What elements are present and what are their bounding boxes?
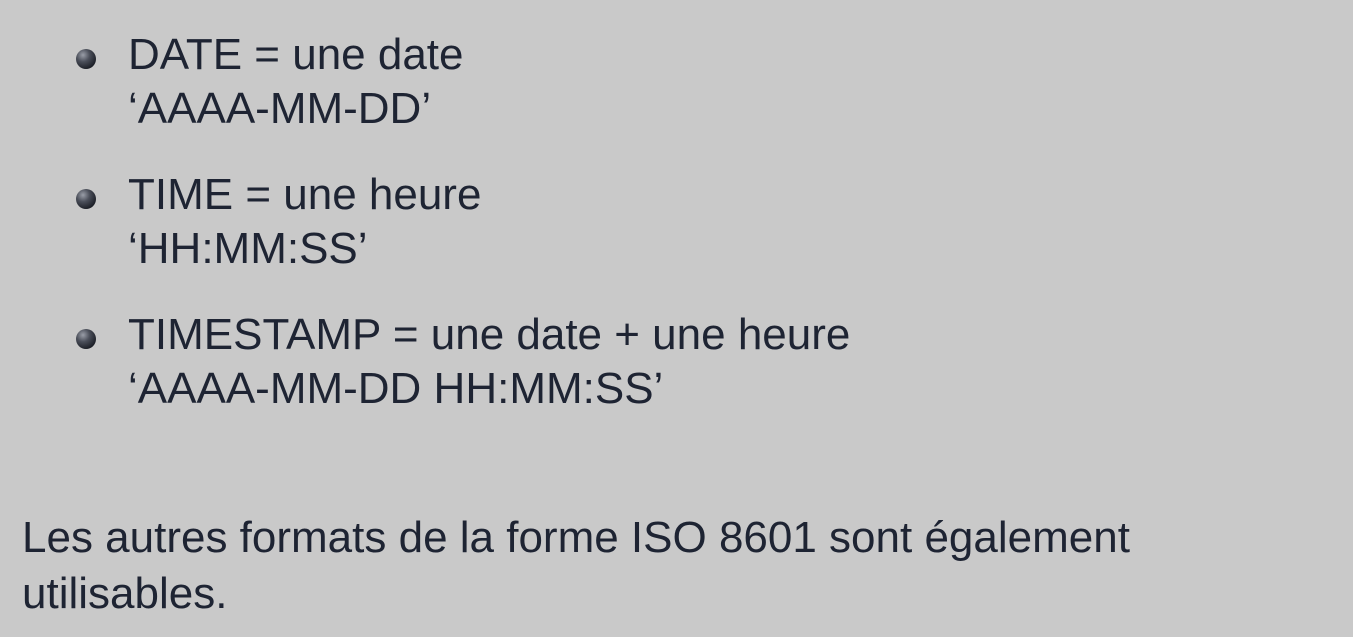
bullet-format: ‘AAAA-MM-DD’ [128,84,432,133]
bullet-format: ‘HH:MM:SS’ [128,224,368,273]
bullet-title: TIME = une heure [128,170,482,219]
bullet-item-date: DATE = une date ‘AAAA-MM-DD’ [76,28,850,136]
bullet-list: DATE = une date ‘AAAA-MM-DD’ TIME = une … [76,28,850,448]
bullet-format: ‘AAAA-MM-DD HH:MM:SS’ [128,364,664,413]
bullet-icon [76,189,96,209]
bullet-title: TIMESTAMP = une date + une heure [128,310,851,359]
note-paragraph: Les autres formats de la forme ISO 8601 … [22,513,1130,618]
bullet-item-time: TIME = une heure ‘HH:MM:SS’ [76,168,850,276]
bullet-icon [76,329,96,349]
bullet-item-timestamp: TIMESTAMP = une date + une heure ‘AAAA-M… [76,308,850,416]
slide: DATE = une date ‘AAAA-MM-DD’ TIME = une … [0,0,1353,637]
bullet-title: DATE = une date [128,30,464,79]
bullet-icon [76,49,96,69]
